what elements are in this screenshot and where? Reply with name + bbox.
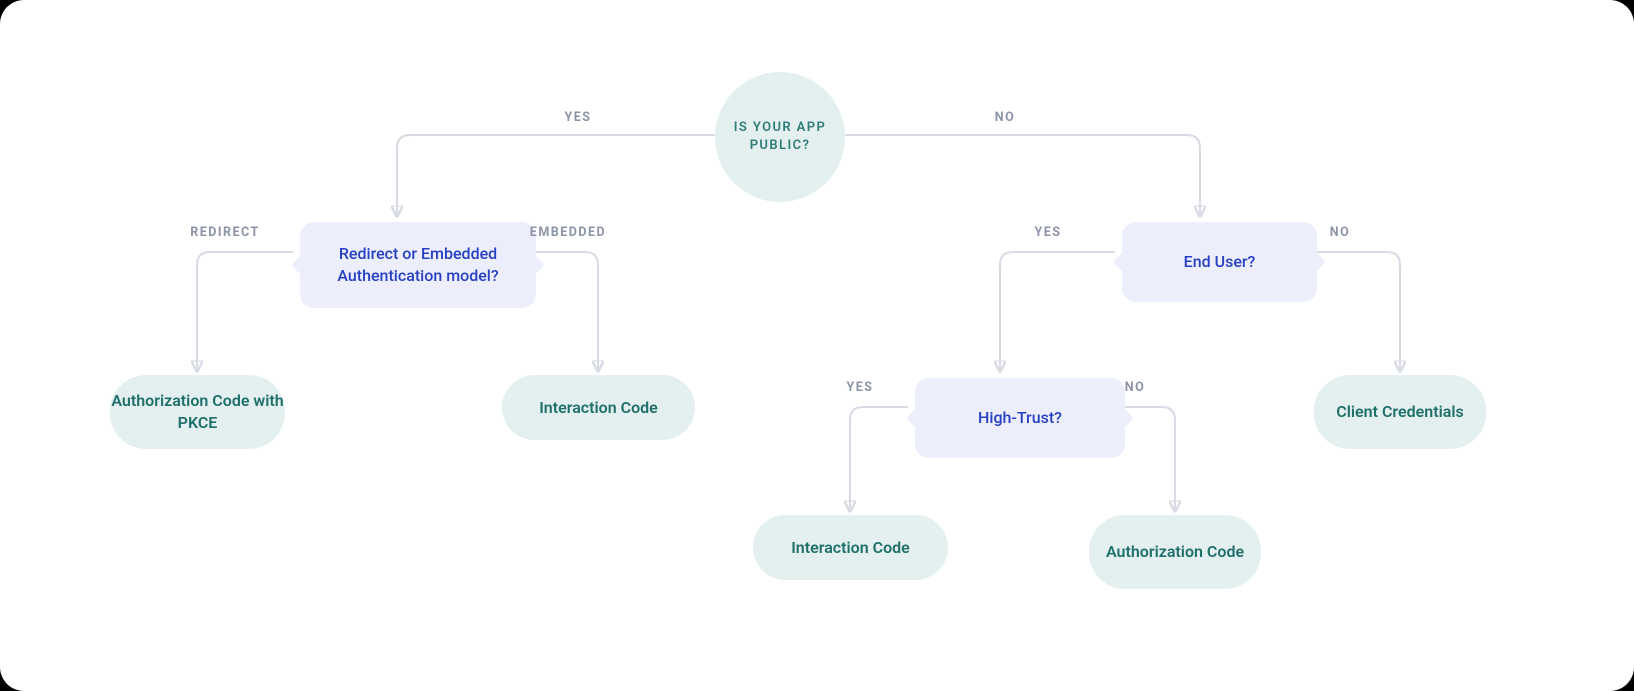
result-client-credentials: Client Credentials bbox=[1314, 375, 1486, 449]
edge-enduser-yes: YES bbox=[1018, 225, 1078, 240]
flowchart-canvas: IS YOUR APP PUBLIC? YES NO Redirect or E… bbox=[0, 0, 1634, 691]
edge-hightrust-no: NO bbox=[1105, 380, 1165, 395]
result-authorization-code: Authorization Code bbox=[1089, 515, 1261, 589]
decision-auth-model: Redirect or Embedded Authentication mode… bbox=[300, 222, 536, 308]
edge-root-no: NO bbox=[975, 110, 1035, 125]
edge-root-yes: YES bbox=[548, 110, 608, 125]
edge-hightrust-yes: YES bbox=[830, 380, 890, 395]
result-interaction-code-left-label: Interaction Code bbox=[539, 397, 658, 419]
decision-end-user: End User? bbox=[1122, 222, 1317, 302]
root-node: IS YOUR APP PUBLIC? bbox=[715, 72, 845, 202]
result-client-credentials-label: Client Credentials bbox=[1336, 401, 1463, 423]
result-auth-code-pkce: Authorization Code with PKCE bbox=[110, 375, 285, 449]
result-interaction-code-left: Interaction Code bbox=[502, 375, 695, 440]
root-label: IS YOUR APP PUBLIC? bbox=[715, 119, 845, 154]
edge-redirect: REDIRECT bbox=[175, 225, 275, 240]
decision-high-trust: High-Trust? bbox=[915, 378, 1125, 458]
result-authorization-code-label: Authorization Code bbox=[1106, 541, 1244, 563]
decision-high-trust-label: High-Trust? bbox=[978, 407, 1062, 429]
decision-auth-model-label: Redirect or Embedded Authentication mode… bbox=[320, 243, 516, 286]
edge-embedded: EMBEDDED bbox=[518, 225, 618, 240]
result-auth-code-pkce-label: Authorization Code with PKCE bbox=[110, 390, 285, 433]
edge-enduser-no: NO bbox=[1310, 225, 1370, 240]
decision-end-user-label: End User? bbox=[1184, 251, 1256, 273]
result-interaction-code-right: Interaction Code bbox=[753, 515, 948, 580]
result-interaction-code-right-label: Interaction Code bbox=[791, 537, 910, 559]
